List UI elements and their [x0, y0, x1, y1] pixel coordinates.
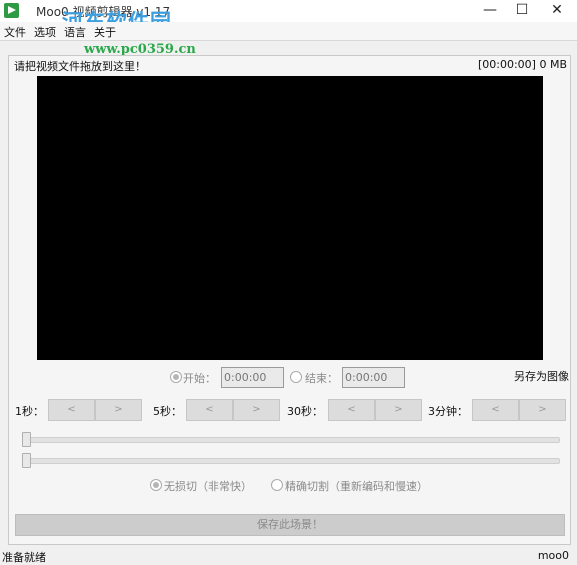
start-time-field[interactable]: 0:00:00: [221, 367, 284, 388]
minimize-button[interactable]: —: [473, 0, 507, 22]
time-size-readout: [00:00:00] 0 MB: [477, 58, 567, 71]
end-label: 结束：: [305, 372, 338, 385]
title-bar: Moo0 视频剪辑器 v1.17 河东软件园 — ☐ ✕: [0, 0, 577, 34]
step-5s-back-button[interactable]: <: [186, 399, 233, 421]
status-bar: 准备就绪 moo0: [0, 547, 577, 564]
step-5s-forward-button[interactable]: >: [233, 399, 280, 421]
app-icon: [4, 3, 19, 18]
step-30s-forward-button[interactable]: >: [375, 399, 422, 421]
save-scene-button[interactable]: 保存此场景！: [15, 514, 565, 536]
end-time-field[interactable]: 0:00:00: [342, 367, 405, 388]
start-radio[interactable]: [170, 371, 182, 383]
step-3m-back-button[interactable]: <: [472, 399, 519, 421]
lossless-cut-label[interactable]: 无损切（非常快）: [164, 478, 252, 494]
step-1s-back-button[interactable]: <: [48, 399, 95, 421]
step-30s-label: 30秒：: [287, 405, 323, 418]
start-slider-track[interactable]: [22, 437, 560, 443]
start-slider-handle[interactable]: [22, 432, 31, 447]
step-30s-back-button[interactable]: <: [328, 399, 375, 421]
start-label: 开始：: [183, 372, 216, 385]
step-1s-forward-button[interactable]: >: [95, 399, 142, 421]
precise-cut-label[interactable]: 精确切割（重新编码和慢速）: [285, 478, 428, 494]
menu-about[interactable]: 关于: [94, 24, 116, 40]
end-slider-handle[interactable]: [22, 453, 31, 468]
menu-bar: 文件 选项 语言 关于: [0, 22, 577, 41]
moo0-link[interactable]: moo0: [538, 549, 569, 562]
step-1s-label: 1秒：: [15, 405, 44, 418]
end-slider-track[interactable]: [22, 458, 560, 464]
menu-options[interactable]: 选项: [34, 24, 56, 40]
step-3m-label: 3分钟：: [428, 405, 468, 418]
drop-hint: 请把视频文件拖放到这里！: [14, 60, 146, 73]
lossless-cut-radio[interactable]: [150, 479, 162, 491]
step-3m-forward-button[interactable]: >: [519, 399, 566, 421]
save-as-image-link[interactable]: 另存为图像: [514, 368, 569, 384]
close-button[interactable]: ✕: [540, 0, 574, 22]
end-radio[interactable]: [290, 371, 302, 383]
step-5s-label: 5秒：: [153, 405, 182, 418]
menu-language[interactable]: 语言: [64, 24, 86, 40]
maximize-button[interactable]: ☐: [505, 0, 539, 22]
precise-cut-radio[interactable]: [271, 479, 283, 491]
video-preview[interactable]: [37, 76, 543, 360]
menu-file[interactable]: 文件: [4, 24, 26, 40]
